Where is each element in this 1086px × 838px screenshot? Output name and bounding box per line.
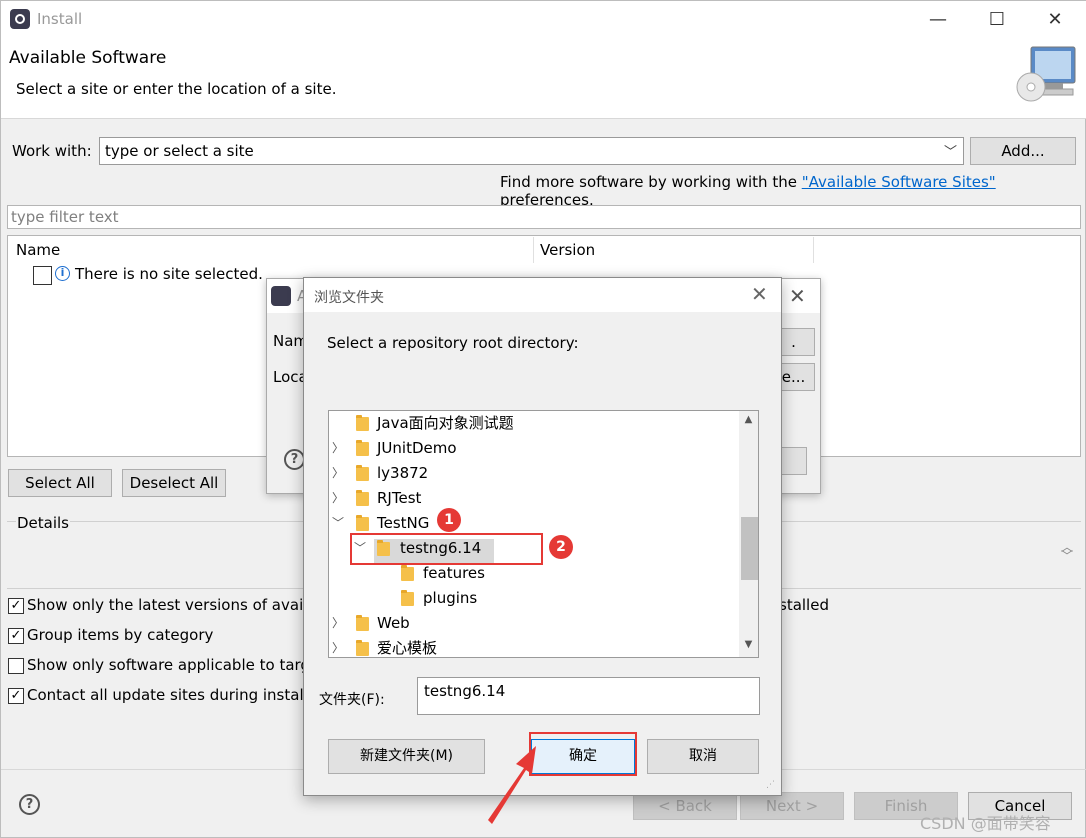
highlight-box-selected-folder	[350, 533, 543, 565]
group-by-category-checkbox[interactable]: ✓	[8, 628, 24, 644]
find-more-text: Find more software by working with the "…	[500, 173, 1085, 209]
dialog-title: 浏览文件夹	[314, 290, 384, 306]
folder-label: 文件夹(F):	[319, 692, 385, 708]
applicable-to-target-checkbox[interactable]	[8, 658, 24, 674]
maximize-button[interactable]: ☐	[974, 7, 1020, 33]
details-label: Details	[16, 514, 71, 532]
column-divider	[533, 237, 534, 263]
add-site-button[interactable]: Add...	[970, 137, 1076, 165]
tree-item-label: JUnitDemo	[377, 439, 457, 457]
work-with-label: Work with:	[12, 142, 92, 160]
back-button[interactable]: < Back	[633, 792, 737, 820]
filter-input[interactable]: type filter text	[7, 205, 1081, 229]
help-icon[interactable]: ?	[284, 449, 305, 470]
tree-item[interactable]: plugins	[329, 586, 737, 611]
tree-item[interactable]: 〉 Web	[329, 611, 737, 636]
column-divider	[813, 237, 814, 263]
banner: Available Software Select a site or ente…	[1, 39, 1086, 119]
tree-item-label: Java面向对象测试题	[377, 414, 514, 432]
tree-item-label: 爱心模板	[377, 639, 438, 657]
folder-icon	[356, 615, 369, 631]
deselect-all-button[interactable]: Deselect All	[122, 469, 226, 497]
folder-icon	[356, 440, 369, 456]
contact-update-sites-checkbox[interactable]: ✓	[8, 688, 24, 704]
chevron-right-icon[interactable]: 〉	[331, 436, 345, 461]
select-all-button[interactable]: Select All	[8, 469, 112, 497]
eclipse-icon	[10, 9, 30, 29]
latest-versions-checkbox[interactable]: ✓	[8, 598, 24, 614]
info-icon: i	[55, 266, 70, 281]
folder-icon	[356, 465, 369, 481]
scroll-down-icon[interactable]: ▼	[739, 639, 758, 650]
chevron-right-icon[interactable]: 〉	[331, 611, 345, 636]
page-description: Select a site or enter the location of a…	[16, 80, 337, 98]
latest-versions-label: Show only the latest versions of availab	[27, 596, 327, 614]
row-checkbox[interactable]	[33, 266, 52, 285]
tree-item-label: plugins	[423, 589, 478, 607]
chevron-right-icon[interactable]: 〉	[331, 486, 345, 511]
new-folder-button[interactable]: 新建文件夹(M)	[328, 739, 485, 774]
scrollbar-thumb[interactable]	[741, 517, 758, 580]
title-bar: Install — ☐ ✕	[1, 1, 1086, 39]
folder-icon	[356, 415, 369, 431]
chevron-down-icon[interactable]: ﹀	[331, 511, 345, 536]
tree-item[interactable]: 〉 JUnitDemo	[329, 436, 737, 461]
work-with-combo[interactable]: type or select a site	[99, 137, 964, 165]
close-icon[interactable]: ✕	[751, 282, 768, 306]
chevron-down-icon[interactable]: ﹀	[944, 141, 957, 160]
close-icon[interactable]: ✕	[789, 284, 806, 308]
scroll-up-icon[interactable]: ▲	[739, 414, 758, 425]
tree-item-label: RJTest	[377, 489, 422, 507]
folder-input[interactable]: testng6.14	[417, 677, 760, 715]
table-row: There is no site selected.	[75, 265, 263, 283]
tree-item[interactable]: 〉 RJTest	[329, 486, 737, 511]
folder-icon	[401, 565, 414, 581]
applicable-to-target-label: Show only software applicable to targ	[27, 656, 310, 674]
tree-item-label: Web	[377, 614, 410, 632]
folder-icon	[356, 640, 369, 656]
step-badge-1: 1	[437, 508, 461, 532]
eclipse-icon	[271, 286, 291, 306]
dialog-prompt: Select a repository root directory:	[327, 334, 579, 352]
resize-grip-icon[interactable]: ⋰	[766, 780, 775, 790]
window-title: Install	[37, 10, 83, 28]
spinner-icon[interactable]: ︿ ﹀	[1061, 541, 1073, 562]
tree-item[interactable]: Java面向对象测试题	[329, 411, 737, 436]
contact-update-sites-label: Contact all update sites during install …	[27, 686, 319, 704]
folder-icon	[401, 590, 414, 606]
chevron-right-icon[interactable]: 〉	[331, 636, 345, 657]
column-header-name[interactable]: Name	[16, 241, 60, 259]
group-by-category-label: Group items by category	[27, 626, 214, 644]
tree-item[interactable]: 〉 爱心模板	[329, 636, 737, 657]
find-more-prefix: Find more software by working with the	[500, 173, 802, 191]
available-software-sites-link[interactable]: "Available Software Sites"	[802, 173, 996, 191]
close-button[interactable]: ✕	[1032, 7, 1078, 33]
hide-installed-label: stalled	[779, 596, 829, 614]
step-badge-2: 2	[549, 535, 573, 559]
next-button[interactable]: Next >	[740, 792, 844, 820]
folder-icon	[356, 515, 369, 531]
install-software-icon	[1016, 46, 1076, 102]
minimize-button[interactable]: —	[915, 7, 961, 33]
column-header-version[interactable]: Version	[540, 241, 595, 259]
dialog-cancel-button[interactable]: 取消	[647, 739, 759, 774]
red-arrow-icon	[488, 746, 536, 824]
help-icon[interactable]: ?	[19, 794, 40, 815]
tree-item[interactable]: 〉 ly3872	[329, 461, 737, 486]
watermark: CSDN @面带笑容	[920, 814, 1051, 833]
folder-icon	[356, 490, 369, 506]
tree-item-label: ly3872	[377, 464, 429, 482]
page-title: Available Software	[9, 48, 167, 68]
chevron-right-icon[interactable]: 〉	[331, 461, 345, 486]
